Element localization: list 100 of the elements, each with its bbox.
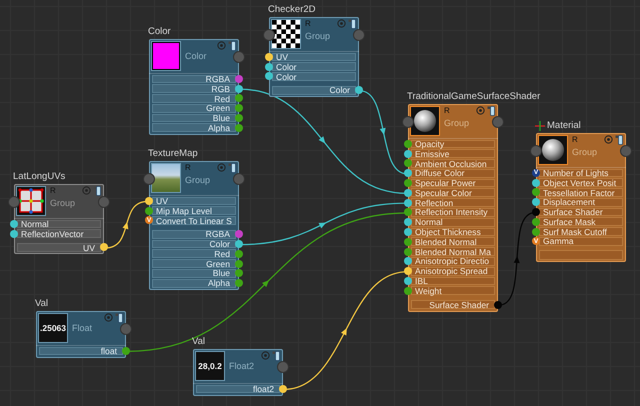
connector-handle[interactable] [402, 116, 414, 128]
port-dot[interactable] [404, 218, 412, 226]
node-type-label: Group [185, 175, 210, 185]
channel-label: R [305, 19, 312, 29]
port-dot[interactable] [355, 86, 363, 94]
target-icon[interactable] [604, 135, 613, 144]
port-dot[interactable] [404, 228, 412, 236]
port-label: Color [209, 240, 231, 248]
port-dot[interactable] [265, 52, 273, 61]
port-label: RGBA [206, 230, 231, 238]
port-dot[interactable] [235, 230, 243, 238]
node-title: LatLongUVs [13, 171, 66, 182]
port-dot[interactable] [10, 220, 18, 228]
port-dot[interactable] [404, 286, 412, 295]
tag-icon[interactable] [348, 19, 356, 29]
port-label: Object Thickness [414, 228, 481, 236]
port-label: Emissive [414, 150, 450, 158]
connector-handle[interactable] [8, 196, 20, 208]
port-label: Color [329, 86, 351, 94]
node-title: Color [148, 26, 171, 37]
port-dot[interactable] [404, 277, 412, 286]
port-dot[interactable] [235, 104, 243, 112]
node-type-label: Group [50, 198, 76, 208]
port-label: Red [214, 250, 231, 258]
port-label: Convert To Linear S [155, 216, 232, 224]
tag-icon[interactable] [272, 351, 280, 361]
port-dot[interactable] [532, 228, 540, 236]
connector-handle[interactable] [277, 361, 289, 373]
port-label: Anisotropic Spread [414, 267, 488, 276]
port-label: UV [275, 52, 288, 61]
connector-handle[interactable] [263, 29, 275, 41]
port-label: float [100, 346, 118, 355]
port-dot[interactable] [265, 72, 273, 80]
port-label: Displacement [542, 198, 596, 206]
port-dot[interactable] [145, 196, 153, 205]
port-label: Tessellation Factor [542, 188, 615, 196]
port-label: Surface Mask [542, 218, 596, 226]
connector-handle[interactable] [143, 173, 155, 185]
port-dot[interactable] [265, 62, 273, 71]
port-label: Normal [20, 220, 49, 228]
connector-handle[interactable] [620, 145, 632, 157]
connector-handle[interactable] [98, 196, 110, 208]
connector-handle[interactable] [353, 29, 365, 41]
port-dot[interactable] [235, 279, 243, 288]
port-dot[interactable] [145, 206, 153, 215]
node-title: Checker2D [268, 4, 316, 15]
port-dot[interactable] [404, 169, 412, 178]
tag-icon[interactable] [93, 186, 101, 196]
connector-handle[interactable] [233, 51, 245, 63]
port-dot[interactable] [532, 178, 540, 187]
port-dot[interactable] [532, 188, 540, 196]
port-dot[interactable] [404, 238, 412, 246]
tag-icon[interactable] [487, 106, 495, 116]
port-dot[interactable] [404, 188, 412, 197]
port-dot[interactable] [532, 208, 540, 216]
port-label: Surface Shader [429, 300, 490, 309]
port-label: float2 [252, 384, 275, 393]
port-label: Ambient Occlusion [414, 160, 487, 168]
node-title: TraditionalGameSurfaceShader [407, 91, 540, 102]
port-label: Blended Normal Ma [414, 248, 491, 256]
value-text: 28,0.2 [198, 361, 222, 371]
port-label: Opacity [414, 140, 444, 148]
port-label: Red [214, 94, 231, 102]
node-type-label: Group [444, 118, 470, 128]
target-icon[interactable] [476, 106, 485, 115]
port-dot[interactable] [404, 198, 412, 207]
port-dot[interactable] [404, 140, 412, 148]
tag-icon[interactable] [228, 163, 236, 173]
port-dot[interactable] [235, 240, 243, 248]
port-label: Gamma [542, 237, 574, 246]
port-label: Green [206, 260, 231, 268]
port-dot[interactable] [10, 230, 18, 238]
port-dot[interactable] [404, 257, 412, 266]
tag-icon[interactable] [228, 41, 236, 51]
port-dot[interactable] [404, 159, 412, 168]
connector-handle[interactable] [233, 173, 245, 185]
node-title: TextureMap [148, 148, 198, 159]
port-dot[interactable] [404, 267, 412, 276]
port-label: Alpha [208, 124, 231, 132]
port-label: RGB [211, 84, 231, 93]
port-label: Color [275, 62, 297, 71]
port-dot[interactable] [235, 114, 243, 122]
port-dot[interactable] [100, 243, 108, 252]
port-dot[interactable] [235, 269, 243, 278]
port-dot[interactable] [235, 94, 243, 102]
port-dot[interactable] [404, 208, 412, 216]
connector-handle[interactable] [120, 323, 132, 335]
port-dot[interactable] [404, 179, 412, 188]
port-dot[interactable] [404, 248, 412, 256]
connector-handle[interactable] [492, 116, 504, 128]
port-dot[interactable] [404, 150, 412, 158]
port-label: Surf Mask Cutoff [542, 228, 607, 236]
port-dot[interactable] [532, 218, 540, 226]
tag-icon[interactable] [115, 313, 123, 323]
connector-handle[interactable] [530, 145, 542, 157]
node-title: Val [192, 336, 206, 347]
channel-label: R [572, 135, 579, 145]
port-dot[interactable] [532, 198, 540, 206]
tag-icon[interactable] [615, 135, 623, 145]
port-label: Anisotropic Directio [414, 257, 490, 266]
